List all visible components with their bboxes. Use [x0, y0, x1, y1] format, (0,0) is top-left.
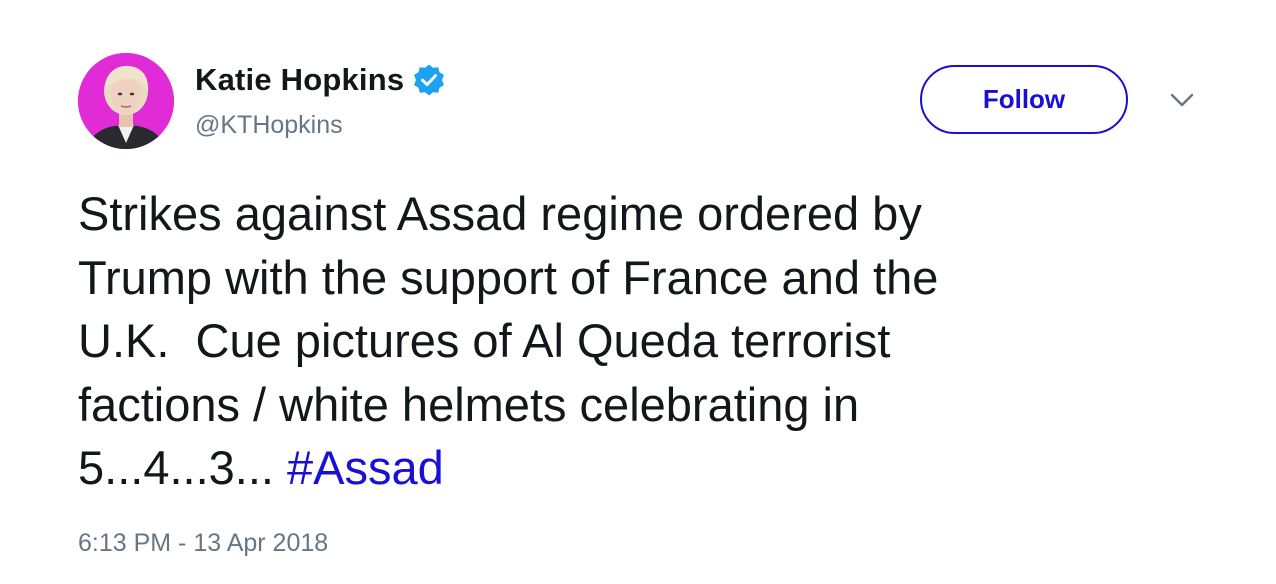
tweet-text-line: factions / white helmets celebrating in: [78, 377, 860, 431]
author-display-name[interactable]: Katie Hopkins: [195, 62, 404, 98]
tweet-text-countdown: 5...4...3...: [78, 441, 287, 494]
avatar[interactable]: [78, 53, 174, 149]
tweet-timestamp[interactable]: 6:13 PM - 13 Apr 2018: [78, 529, 328, 558]
tweet-text-line: U.K. Cue pictures of Al Queda terrorist: [78, 314, 891, 367]
tweet-text-last-line: 5...4...3... #Assad: [78, 436, 1198, 500]
tweet-text: Strikes against Assad regime ordered by …: [78, 182, 1198, 500]
hashtag-link[interactable]: #Assad: [287, 441, 444, 494]
tweet-text-line: Trump with the support of France and the: [78, 250, 939, 304]
verified-badge-icon: [412, 63, 446, 97]
author-handle[interactable]: @KTHopkins: [195, 111, 343, 140]
profile-photo-icon: [78, 53, 174, 149]
chevron-down-icon[interactable]: [1168, 90, 1196, 110]
follow-button[interactable]: Follow: [920, 65, 1128, 134]
author-name-row: Katie Hopkins: [195, 60, 446, 100]
tweet-text-line: Strikes against Assad regime ordered by: [78, 187, 922, 240]
